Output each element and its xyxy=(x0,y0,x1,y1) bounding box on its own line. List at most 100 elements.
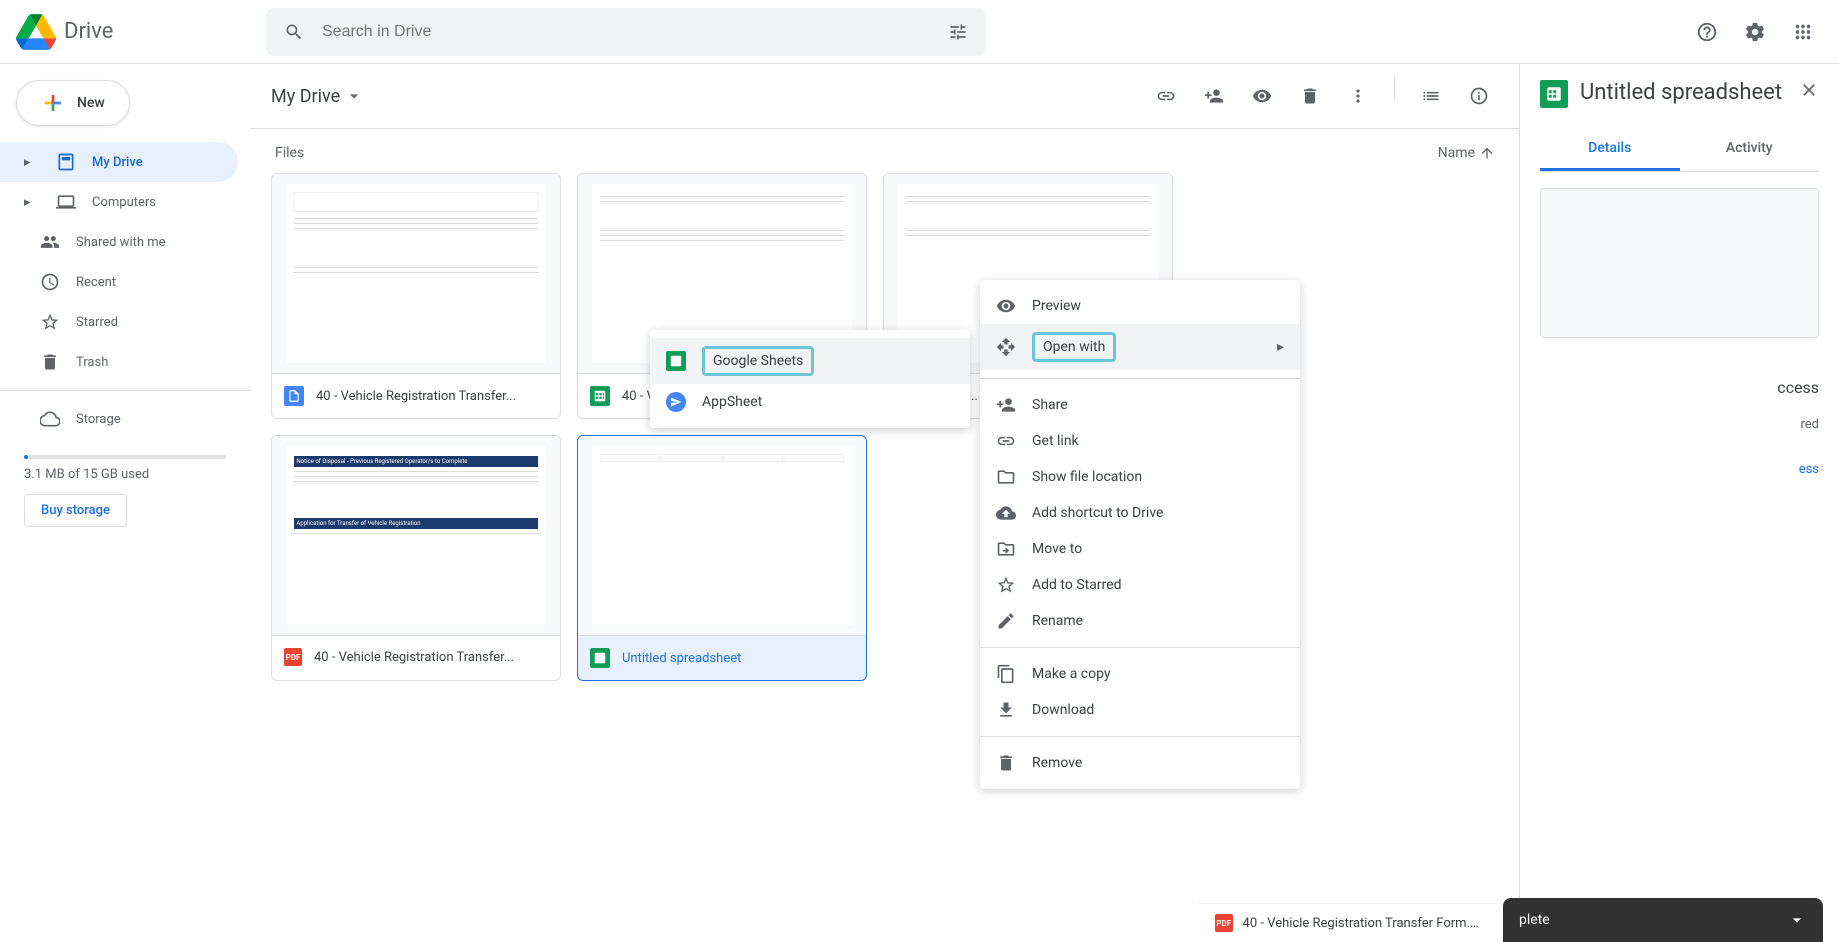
menu-move-to[interactable]: Move to xyxy=(980,531,1300,567)
preview-icon[interactable] xyxy=(1242,76,1282,116)
nav-label: Trash xyxy=(76,355,108,370)
chevron-down-icon[interactable] xyxy=(1787,910,1807,930)
arrow-up-icon xyxy=(1479,145,1495,161)
menu-label: Make a copy xyxy=(1032,666,1111,682)
menu-label: Add shortcut to Drive xyxy=(1032,505,1163,521)
menu-label: Share xyxy=(1032,397,1068,413)
submenu-label: AppSheet xyxy=(702,394,762,410)
menu-label: Move to xyxy=(1032,541,1082,557)
nav-label: My Drive xyxy=(92,155,143,170)
sidebar-item-starred[interactable]: Starred xyxy=(0,302,238,342)
sidebar-item-storage[interactable]: Storage xyxy=(0,399,238,439)
breadcrumb-text: My Drive xyxy=(271,86,340,107)
sidebar-item-trash[interactable]: Trash xyxy=(0,342,238,382)
content-area: My Drive Files Name xyxy=(250,64,1519,942)
file-card-selected[interactable]: Untitled spreadsheet xyxy=(577,435,867,681)
more-icon[interactable] xyxy=(1338,76,1378,116)
help-icon[interactable] xyxy=(1687,12,1727,52)
header-icons xyxy=(1687,12,1823,52)
details-title: Untitled spreadsheet xyxy=(1580,80,1787,105)
menu-label: Open with xyxy=(1032,332,1116,362)
tab-activity[interactable]: Activity xyxy=(1680,128,1820,171)
chevron-right-icon: ▸ xyxy=(24,195,36,210)
menu-add-starred[interactable]: Add to Starred xyxy=(980,567,1300,603)
upload-filename: 40 - Vehicle Registration Transfer Form.… xyxy=(1243,916,1483,931)
menu-get-link[interactable]: Get link xyxy=(980,423,1300,459)
new-button[interactable]: New xyxy=(16,80,130,126)
menu-add-shortcut[interactable]: Add shortcut to Drive xyxy=(980,495,1300,531)
close-icon[interactable] xyxy=(1799,80,1819,100)
list-view-icon[interactable] xyxy=(1411,76,1451,116)
files-label: Files xyxy=(275,145,304,161)
sheets-icon xyxy=(590,386,610,406)
content-header: My Drive xyxy=(251,64,1519,129)
settings-icon[interactable] xyxy=(1735,12,1775,52)
breadcrumb[interactable]: My Drive xyxy=(271,86,364,107)
menu-open-with[interactable]: Open with ▸ xyxy=(980,324,1300,370)
file-name: Untitled spreadsheet xyxy=(622,651,741,666)
apps-icon[interactable] xyxy=(1783,12,1823,52)
tab-details[interactable]: Details xyxy=(1540,128,1680,171)
menu-remove[interactable]: Remove xyxy=(980,745,1300,781)
sheets-icon xyxy=(1540,80,1568,108)
sidebar-item-shared[interactable]: Shared with me xyxy=(0,222,238,262)
search-icon[interactable] xyxy=(274,12,314,52)
sidebar: New ▸ My Drive ▸ Computers Shared with m… xyxy=(0,64,250,942)
menu-make-copy[interactable]: Make a copy xyxy=(980,656,1300,692)
details-tabs: Details Activity xyxy=(1540,128,1819,172)
context-menu: Preview Open with ▸ Share Get link Show … xyxy=(980,280,1300,789)
link-text[interactable]: ess xyxy=(1540,462,1819,477)
people-icon xyxy=(40,232,60,252)
storage-used-text: 3.1 MB of 15 GB used xyxy=(24,467,226,482)
menu-label: Show file location xyxy=(1032,469,1142,485)
move-icon xyxy=(996,539,1016,559)
info-icon[interactable] xyxy=(1459,76,1499,116)
share-icon[interactable] xyxy=(1194,76,1234,116)
logo-section[interactable]: Drive xyxy=(16,12,266,52)
shortcut-icon xyxy=(996,503,1016,523)
link-icon xyxy=(996,431,1016,451)
nav-label: Shared with me xyxy=(76,235,166,250)
submenu-appsheet[interactable]: AppSheet xyxy=(650,384,970,420)
nav-label: Computers xyxy=(92,195,156,210)
sidebar-item-mydrive[interactable]: ▸ My Drive xyxy=(0,142,238,182)
nav-label: Starred xyxy=(76,315,118,330)
cloud-icon xyxy=(40,409,60,429)
drive-icon xyxy=(56,152,76,172)
file-card[interactable]: Notice of Disposal - Previous Registered… xyxy=(271,435,561,681)
laptop-icon xyxy=(56,192,76,212)
menu-share[interactable]: Share xyxy=(980,387,1300,423)
menu-label: Download xyxy=(1032,702,1094,718)
menu-rename[interactable]: Rename xyxy=(980,603,1300,639)
search-options-icon[interactable] xyxy=(938,12,978,52)
header: Drive xyxy=(0,0,1839,64)
upload-file-row[interactable]: PDF 40 - Vehicle Registration Transfer F… xyxy=(1199,903,1499,942)
link-icon[interactable] xyxy=(1146,76,1186,116)
search-input[interactable] xyxy=(314,23,938,41)
delete-icon[interactable] xyxy=(1290,76,1330,116)
upload-status-bar[interactable]: plete xyxy=(1503,898,1823,942)
sheets-icon xyxy=(666,351,686,371)
drive-logo-icon xyxy=(16,12,56,52)
sidebar-item-computers[interactable]: ▸ Computers xyxy=(0,182,238,222)
file-thumbnail: Notice of Disposal - Previous Registered… xyxy=(272,436,560,636)
sort-button[interactable]: Name xyxy=(1438,145,1495,161)
copy-icon xyxy=(996,664,1016,684)
content-body: Files Name 40 - Vehicle Registration Tra… xyxy=(251,129,1519,942)
submenu-google-sheets[interactable]: Google Sheets xyxy=(650,338,970,384)
clock-icon xyxy=(40,272,60,292)
file-card[interactable]: 40 - Vehicle Registration Transfer... xyxy=(271,173,561,419)
buy-storage-button[interactable]: Buy storage xyxy=(24,494,127,527)
rename-icon xyxy=(996,611,1016,631)
sheets-icon xyxy=(590,648,610,668)
trash-icon xyxy=(40,352,60,372)
new-button-label: New xyxy=(77,95,105,111)
menu-show-location[interactable]: Show file location xyxy=(980,459,1300,495)
trash-icon xyxy=(996,753,1016,773)
menu-preview[interactable]: Preview xyxy=(980,288,1300,324)
search-bar[interactable] xyxy=(266,8,986,56)
storage-section: 3.1 MB of 15 GB used Buy storage xyxy=(0,439,250,535)
sidebar-item-recent[interactable]: Recent xyxy=(0,262,238,302)
menu-download[interactable]: Download xyxy=(980,692,1300,728)
share-icon xyxy=(996,395,1016,415)
